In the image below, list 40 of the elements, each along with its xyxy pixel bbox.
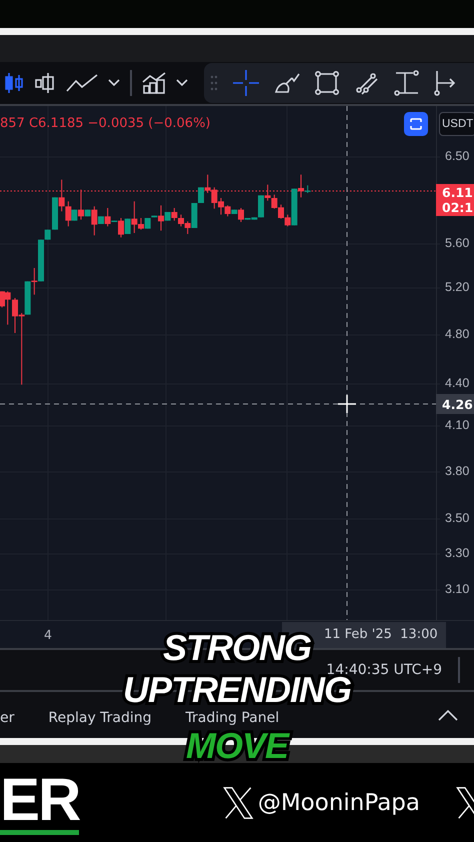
price-label: 5.60 bbox=[445, 236, 470, 250]
auto-scale-button[interactable] bbox=[404, 112, 428, 136]
price-label: 6.50 bbox=[445, 149, 470, 163]
candle-icon[interactable] bbox=[34, 72, 56, 94]
price-label: 5.20 bbox=[445, 280, 470, 294]
brush-icon[interactable] bbox=[274, 72, 300, 94]
caret-icon[interactable] bbox=[176, 79, 188, 87]
crosshair-icon[interactable] bbox=[233, 70, 259, 96]
social-handle: @MooninPapa bbox=[258, 790, 420, 816]
panel-tab[interactable]: er bbox=[0, 710, 14, 726]
rectangle-icon[interactable] bbox=[315, 71, 339, 95]
ohlc-legend: 857 C6.1185 −0.0035 (−0.06%) bbox=[0, 116, 210, 131]
caret-icon[interactable] bbox=[108, 79, 120, 87]
time-label: 4 bbox=[44, 627, 52, 642]
price-label: 4.80 bbox=[445, 327, 470, 341]
price-label: 4.10 bbox=[445, 418, 470, 432]
last-price: 6.11 bbox=[442, 185, 474, 200]
price-label: 3.10 bbox=[445, 582, 470, 596]
price-label: 3.30 bbox=[445, 546, 470, 560]
indicators-icon[interactable] bbox=[142, 72, 166, 94]
price-label: 3.50 bbox=[445, 511, 470, 525]
chevron-up-icon[interactable] bbox=[438, 709, 458, 721]
toolbar-divider-icon bbox=[130, 70, 132, 96]
price-label: 3.80 bbox=[445, 464, 470, 478]
bar-countdown: 02:1 bbox=[442, 200, 474, 215]
panel-tab[interactable]: Trading Panel bbox=[186, 710, 280, 726]
candles-icon[interactable] bbox=[4, 72, 24, 94]
panel-tab[interactable]: Replay Trading bbox=[48, 710, 152, 726]
crosshair-cursor-icon bbox=[338, 395, 356, 413]
crosshair-price-label: 4.26 bbox=[436, 394, 474, 414]
price-label: 4.40 bbox=[445, 376, 470, 390]
auto-scale-icon bbox=[409, 117, 423, 131]
brand-text: ER bbox=[0, 770, 80, 835]
line-chart-icon[interactable] bbox=[66, 73, 98, 93]
trend-line-icon[interactable] bbox=[354, 71, 378, 95]
caption-text: STRONG bbox=[162, 632, 311, 664]
text-anchor-icon[interactable] bbox=[393, 70, 419, 96]
grip-icon[interactable] bbox=[210, 75, 218, 91]
currency-button[interactable]: USDT bbox=[439, 112, 474, 136]
measure-icon[interactable] bbox=[434, 70, 456, 96]
